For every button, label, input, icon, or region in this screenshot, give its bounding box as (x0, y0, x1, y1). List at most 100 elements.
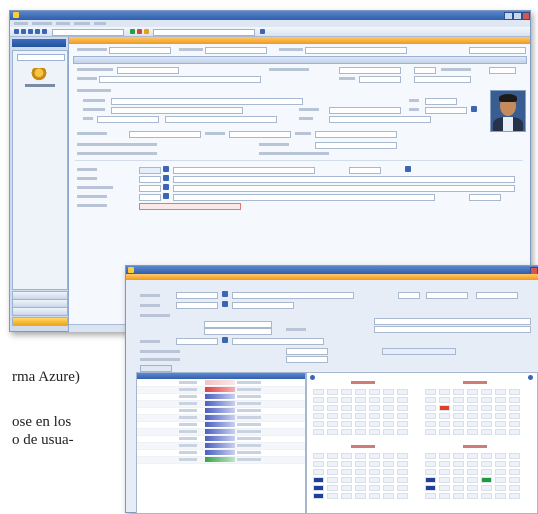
calendar-day[interactable] (397, 421, 408, 427)
calendar-day[interactable] (383, 429, 394, 435)
menu-item[interactable] (74, 22, 90, 25)
calendar-day[interactable] (509, 453, 520, 459)
calendar-day[interactable] (453, 389, 464, 395)
calendar-day[interactable] (313, 485, 324, 491)
form-field[interactable] (476, 292, 518, 299)
calendar-day[interactable] (397, 453, 408, 459)
calendar-day[interactable] (467, 453, 478, 459)
calendar-day[interactable] (467, 477, 478, 483)
sidebar-button-selected[interactable] (12, 317, 68, 326)
calendar-day[interactable] (383, 493, 394, 499)
calendar-day[interactable] (425, 469, 436, 475)
calendar-day[interactable] (313, 469, 324, 475)
table-row[interactable] (137, 429, 305, 436)
calendar-day[interactable] (341, 413, 352, 419)
calendar-day[interactable] (355, 429, 366, 435)
calendar-day[interactable] (355, 389, 366, 395)
form-field[interactable] (176, 292, 218, 299)
form-field[interactable] (414, 67, 436, 74)
calendar-day[interactable] (355, 461, 366, 467)
menu-item[interactable] (32, 22, 52, 25)
calendar-day[interactable] (327, 397, 338, 403)
calendar-day[interactable] (355, 453, 366, 459)
calendar-day[interactable] (327, 413, 338, 419)
calendar-day[interactable] (369, 421, 380, 427)
table-row[interactable] (137, 443, 305, 450)
close-button[interactable] (522, 12, 530, 20)
form-field[interactable] (97, 116, 159, 123)
calendar-day[interactable] (495, 421, 506, 427)
calendar-day[interactable] (481, 477, 492, 483)
form-field[interactable] (232, 302, 294, 309)
table-row[interactable] (137, 408, 305, 415)
calendar-day[interactable] (397, 469, 408, 475)
calendar-day[interactable] (327, 461, 338, 467)
calendar-day[interactable] (383, 421, 394, 427)
form-field[interactable] (398, 292, 420, 299)
calendar-day[interactable] (397, 485, 408, 491)
form-field[interactable] (109, 47, 171, 54)
forward-icon[interactable] (21, 29, 26, 34)
calendar-day[interactable] (369, 461, 380, 467)
calendar-day[interactable] (327, 453, 338, 459)
calendar-day[interactable] (397, 413, 408, 419)
calendar-day[interactable] (495, 429, 506, 435)
calendar-day[interactable] (467, 429, 478, 435)
lookup-icon[interactable] (163, 166, 169, 172)
calendar-day[interactable] (397, 429, 408, 435)
calendar-day[interactable] (481, 453, 492, 459)
calendar-day[interactable] (327, 429, 338, 435)
form-field[interactable] (305, 47, 407, 54)
calendar-day[interactable] (355, 421, 366, 427)
form-select[interactable] (426, 292, 468, 299)
form-field[interactable] (329, 116, 431, 123)
calendar-day[interactable] (425, 461, 436, 467)
calendar-day[interactable] (425, 397, 436, 403)
calendar-day[interactable] (495, 485, 506, 491)
calendar-day[interactable] (453, 429, 464, 435)
table-row[interactable] (137, 415, 305, 422)
form-field[interactable] (205, 47, 267, 54)
lookup-icon[interactable] (222, 291, 228, 297)
calendar-day[interactable] (439, 469, 450, 475)
calendar-day[interactable] (369, 485, 380, 491)
calendar-day[interactable] (439, 461, 450, 467)
lookup-icon[interactable] (163, 184, 169, 190)
form-field[interactable] (329, 107, 401, 114)
calendar-day[interactable] (397, 405, 408, 411)
calendar-day[interactable] (369, 477, 380, 483)
form-field[interactable] (425, 107, 467, 114)
calendar-day[interactable] (509, 477, 520, 483)
form-field[interactable] (489, 67, 516, 74)
calendar-day[interactable] (383, 461, 394, 467)
form-field[interactable] (139, 194, 161, 201)
calendar-day[interactable] (369, 413, 380, 419)
form-field[interactable] (165, 116, 277, 123)
calendar-day[interactable] (453, 493, 464, 499)
calendar-day[interactable] (495, 413, 506, 419)
form-field[interactable] (173, 176, 515, 183)
calendar-day[interactable] (425, 405, 436, 411)
form-field[interactable] (173, 167, 315, 174)
form-field[interactable] (204, 328, 272, 335)
calendar-day[interactable] (313, 429, 324, 435)
form-field[interactable] (139, 176, 161, 183)
calendar-day[interactable] (425, 413, 436, 419)
calendar-day[interactable] (383, 469, 394, 475)
calendar-day[interactable] (327, 405, 338, 411)
form-field[interactable] (349, 167, 381, 174)
calendar-day[interactable] (313, 421, 324, 427)
calendar-day[interactable] (509, 397, 520, 403)
table-row[interactable] (137, 387, 305, 394)
form-field[interactable] (99, 76, 261, 83)
calendar-day[interactable] (341, 469, 352, 475)
calendar-day[interactable] (341, 493, 352, 499)
calendar-day[interactable] (355, 413, 366, 419)
calendar-day[interactable] (481, 461, 492, 467)
calendar-day[interactable] (425, 485, 436, 491)
calendar-day[interactable] (509, 389, 520, 395)
calendar-day[interactable] (341, 453, 352, 459)
calendar-day[interactable] (439, 493, 450, 499)
calendar-day[interactable] (369, 397, 380, 403)
lookup-icon[interactable] (163, 193, 169, 199)
